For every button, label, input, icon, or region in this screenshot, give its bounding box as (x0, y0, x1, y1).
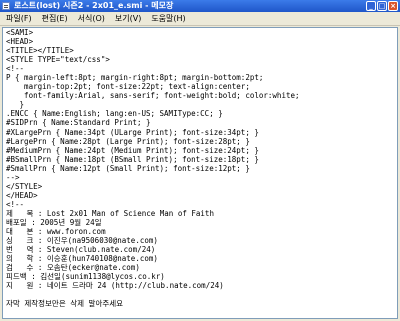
text-line: .ENCC { Name:English; lang:en-US; SAMITy… (6, 109, 223, 119)
text-line: 싱 크 : 이진우(na9506030@nate.com) (6, 236, 158, 246)
window-controls: _ □ × (366, 1, 398, 11)
text-line: <HEAD> (6, 37, 34, 47)
menu-file[interactable]: 파일(F) (4, 12, 34, 25)
window-title: 로스트(lost) 시즌2 - 2x01_e.smi - 메모장 (14, 1, 174, 10)
text-line: } (6, 100, 25, 110)
text-line: 제 목 : Lost 2x01 Man of Science Man of Fa… (6, 208, 214, 218)
text-line: 피드백 : 김선일(sunim1138@lycos.co.kr) (6, 272, 165, 282)
text-line: #XLargePrn { Name:34pt (ULarge Print); f… (6, 127, 259, 137)
text-line: 자막 제작정보만은 삭제 말아주세요 (6, 299, 124, 309)
text-line: </STYLE> (6, 181, 43, 191)
text-line: <!-- (6, 64, 25, 74)
text-line: </HEAD> (6, 190, 38, 200)
text-line: 지 원 : 네이트 드라마 24 (http://club.nate.com/2… (6, 281, 224, 291)
menu-format[interactable]: 서식(O) (76, 12, 107, 25)
notepad-icon (2, 2, 10, 10)
text-line: <STYLE TYPE="text/css"> (6, 55, 110, 65)
text-editor[interactable]: <SAMI> <HEAD> <TITLE></TITLE> <STYLE TYPE="… (2, 27, 398, 319)
text-line: 번 역 : Steven(club.nate.com/24) (6, 245, 156, 255)
text-line: #SmallPrn { Name:12pt (Small Print); fon… (6, 163, 250, 173)
menu-edit[interactable]: 편집(E) (40, 12, 70, 25)
text-line: #LargePrn { Name:28pt (Large Print); fon… (6, 136, 250, 146)
menu-help[interactable]: 도움말(H) (149, 12, 187, 25)
text-line: 의 학 : 이승훈(hun740108@nate.com) (6, 254, 158, 264)
notepad-window: 로스트(lost) 시즌2 - 2x01_e.smi - 메모장 _ □ × 파… (0, 0, 400, 321)
text-line: #SIDPrn { Name:Standard Print; } (6, 118, 151, 128)
menu-view[interactable]: 보기(V) (113, 12, 143, 25)
text-line: margin-top:2pt; font-size:22pt; text-ali… (6, 82, 250, 92)
text-line: 배포일 : 2005년 9월 24일 (6, 217, 102, 227)
text-line: 배포시 출처와 자막정보를 올려주세요 (3, 318, 397, 319)
text-line: P { margin-left:8pt; margin-right:8pt; m… (6, 73, 264, 83)
text-line: 대 본 : www.foron.com (6, 227, 106, 237)
text-line: --> (6, 172, 20, 182)
text-line: <!-- (6, 199, 25, 209)
minimize-button[interactable]: _ (366, 1, 376, 11)
text-line: #MediumPrn { Name:24pt (Medium Print); f… (6, 145, 259, 155)
maximize-button[interactable]: □ (377, 1, 387, 11)
text-line: <TITLE></TITLE> (6, 46, 74, 56)
text-line: <SAMI> (6, 28, 34, 37)
text-line: 검 수 : 오솜탄(ecker@nate.com) (6, 263, 140, 273)
text-line: font-family:Arial, sans-serif; font-weig… (6, 91, 300, 101)
title-bar[interactable]: 로스트(lost) 시즌2 - 2x01_e.smi - 메모장 _ □ × (0, 0, 400, 12)
close-button[interactable]: × (388, 1, 398, 11)
menu-bar: 파일(F) 편집(E) 서식(O) 보기(V) 도움말(H) (0, 12, 400, 26)
text-line (3, 308, 397, 317)
text-line: #BSmallPrn { Name:18pt (BSmall Print); f… (6, 154, 259, 164)
